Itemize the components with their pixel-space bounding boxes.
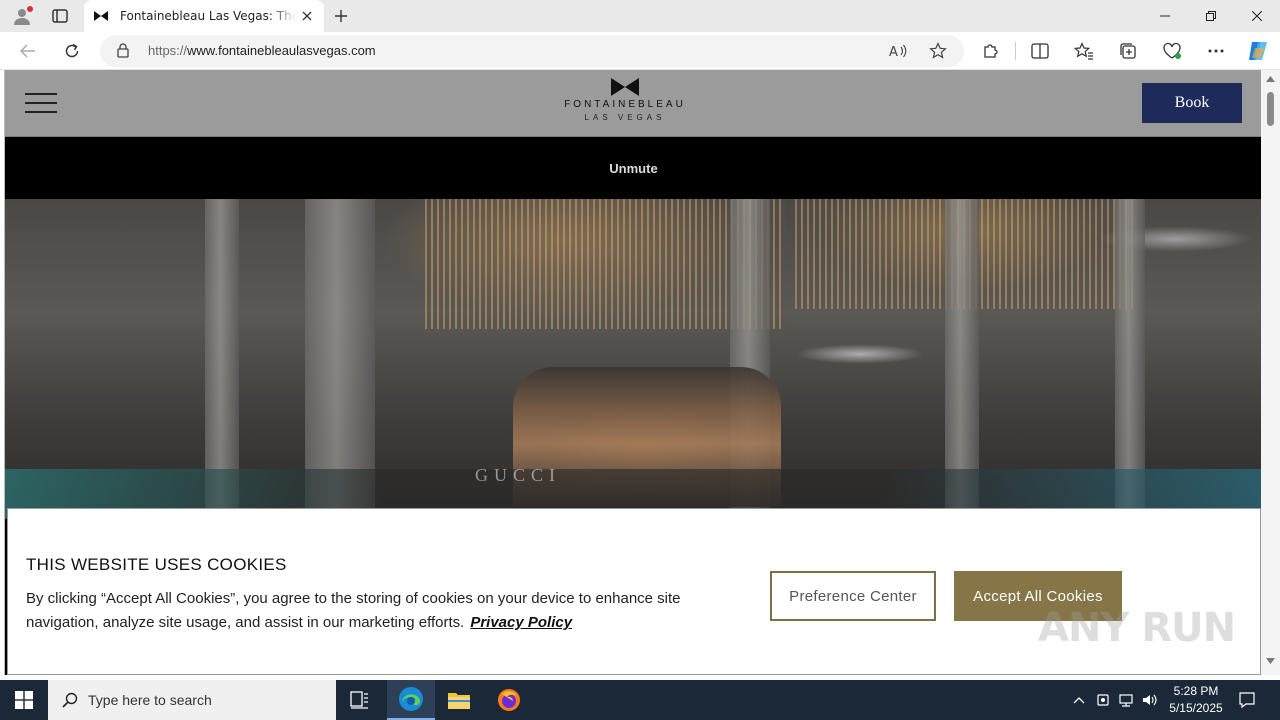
chevron-up-icon: [1073, 697, 1085, 704]
page-scrollbar[interactable]: [1261, 70, 1280, 675]
scroll-down-icon[interactable]: [1266, 658, 1275, 664]
scroll-up-icon[interactable]: [1266, 76, 1275, 82]
minimize-button[interactable]: [1142, 0, 1188, 32]
cookie-body: By clicking “Accept All Cookies”, you ag…: [26, 587, 746, 635]
notification-dot: [27, 6, 33, 12]
tab-close-icon[interactable]: [300, 9, 314, 23]
taskbar-edge[interactable]: [387, 680, 435, 720]
search-placeholder: Type here to search: [88, 692, 212, 708]
taskbar-firefox[interactable]: [485, 680, 533, 720]
tab-actions-icon: [52, 9, 68, 23]
network-icon: [1119, 694, 1133, 707]
anyrun-watermark: ANY RUN: [1038, 605, 1236, 651]
taskbar-file-explorer[interactable]: [435, 680, 483, 720]
back-button[interactable]: [14, 38, 42, 64]
heartbeat-icon: [1163, 42, 1181, 59]
copilot-icon: [1249, 42, 1267, 60]
refresh-button[interactable]: [58, 38, 86, 64]
menu-hamburger-icon[interactable]: [25, 93, 57, 113]
url-text: https://www.fontainebleaulasvegas.com: [148, 43, 376, 58]
site-logo[interactable]: FONTAINEBLEAU LAS VEGAS: [555, 78, 695, 122]
logo-subtitle: LAS VEGAS: [584, 113, 666, 122]
plus-icon: [335, 10, 347, 22]
url-protocol: https://: [148, 43, 188, 58]
bowtie-favicon-icon: [94, 8, 110, 24]
browser-toolbar: https://www.fontainebleaulasvegas.com A: [0, 32, 1280, 70]
split-screen-icon: [1031, 43, 1049, 59]
toolbar-separator: [1015, 42, 1016, 60]
split-screen-button[interactable]: [1026, 38, 1054, 64]
tray-network[interactable]: [1116, 680, 1136, 720]
close-window-button[interactable]: [1234, 0, 1280, 32]
screen: Fontainebleau Las Vegas: The Best: [0, 0, 1280, 720]
hero-store-sign: GUCCI: [475, 465, 562, 485]
collections-button[interactable]: [1114, 38, 1142, 64]
windows-taskbar: Type here to search 5:28 PM 5/15/2025: [0, 680, 1280, 720]
notification-icon: [1239, 692, 1255, 709]
scrollbar-thumb[interactable]: [1267, 92, 1274, 126]
video-controls-bar: Unmute: [5, 137, 1261, 199]
url-host: www.fontainebleaulasvegas.com: [187, 43, 376, 58]
start-button[interactable]: [0, 680, 48, 720]
tab-active[interactable]: Fontainebleau Las Vegas: The Best: [84, 0, 324, 32]
hero-video: GUCCI: [5, 199, 1261, 519]
firefox-icon: [498, 689, 520, 711]
folder-icon: [448, 693, 470, 709]
restore-button[interactable]: [1188, 0, 1234, 32]
cookie-heading: THIS WEBSITE USES COOKIES: [26, 555, 287, 574]
task-view-button[interactable]: [336, 680, 384, 720]
notification-center-button[interactable]: [1232, 680, 1262, 720]
tray-overflow-button[interactable]: [1068, 680, 1090, 720]
clock-date: 5/15/2025: [1169, 701, 1223, 715]
favorite-star-icon[interactable]: [926, 40, 950, 62]
privacy-policy-link[interactable]: Privacy Policy: [470, 614, 572, 631]
collections-icon: [1120, 43, 1136, 59]
puzzle-icon: [984, 44, 998, 58]
speaker-icon: [1143, 694, 1157, 706]
clock-time: 5:28 PM: [1173, 684, 1219, 698]
edge-icon: [399, 687, 423, 711]
profile-button[interactable]: [8, 3, 36, 29]
taskbar-search[interactable]: Type here to search: [48, 680, 336, 720]
back-arrow-icon: [20, 44, 35, 58]
svg-text:A: A: [889, 45, 898, 59]
unmute-button[interactable]: Unmute: [609, 161, 657, 176]
more-dots-icon: [1208, 49, 1224, 53]
restore-icon: [1206, 11, 1216, 21]
logo-name: FONTAINEBLEAU: [564, 99, 686, 110]
copilot-button[interactable]: [1244, 38, 1272, 64]
page-viewport: FONTAINEBLEAU LAS VEGAS Book Unmute GUCC…: [4, 70, 1261, 675]
tray-meet-now[interactable]: [1093, 680, 1113, 720]
tab-actions-button[interactable]: [46, 5, 74, 27]
minimize-icon: [1160, 15, 1170, 17]
refresh-icon: [65, 43, 79, 58]
settings-menu-button[interactable]: [1202, 38, 1230, 64]
camera-icon: [1097, 694, 1109, 706]
lock-icon: [117, 43, 129, 62]
favorites-icon: [1074, 42, 1093, 60]
preference-center-button[interactable]: Preference Center: [770, 571, 936, 621]
extensions-button[interactable]: [977, 38, 1005, 64]
tray-volume[interactable]: [1140, 680, 1160, 720]
address-bar[interactable]: https://www.fontainebleaulasvegas.com A: [100, 35, 964, 67]
new-tab-button[interactable]: [330, 5, 352, 27]
close-icon: [1252, 11, 1262, 21]
read-aloud-icon[interactable]: A: [886, 40, 910, 62]
favorites-button[interactable]: [1070, 38, 1098, 64]
search-icon: [62, 692, 78, 708]
browser-essentials-button[interactable]: [1158, 38, 1186, 64]
book-button[interactable]: Book: [1142, 83, 1242, 123]
site-header: FONTAINEBLEAU LAS VEGAS Book: [5, 70, 1261, 137]
taskbar-clock[interactable]: 5:28 PM 5/15/2025: [1164, 683, 1228, 717]
browser-tab-bar: Fontainebleau Las Vegas: The Best: [0, 0, 1280, 32]
cookie-body-text: By clicking “Accept All Cookies”, you ag…: [26, 590, 681, 631]
cookie-banner: THIS WEBSITE USES COOKIES By clicking “A…: [7, 508, 1261, 675]
task-view-icon: [350, 691, 368, 709]
windows-logo-icon: [15, 691, 33, 709]
bowtie-logo-icon: [611, 78, 639, 96]
tab-title: Fontainebleau Las Vegas: The Best: [120, 9, 296, 23]
